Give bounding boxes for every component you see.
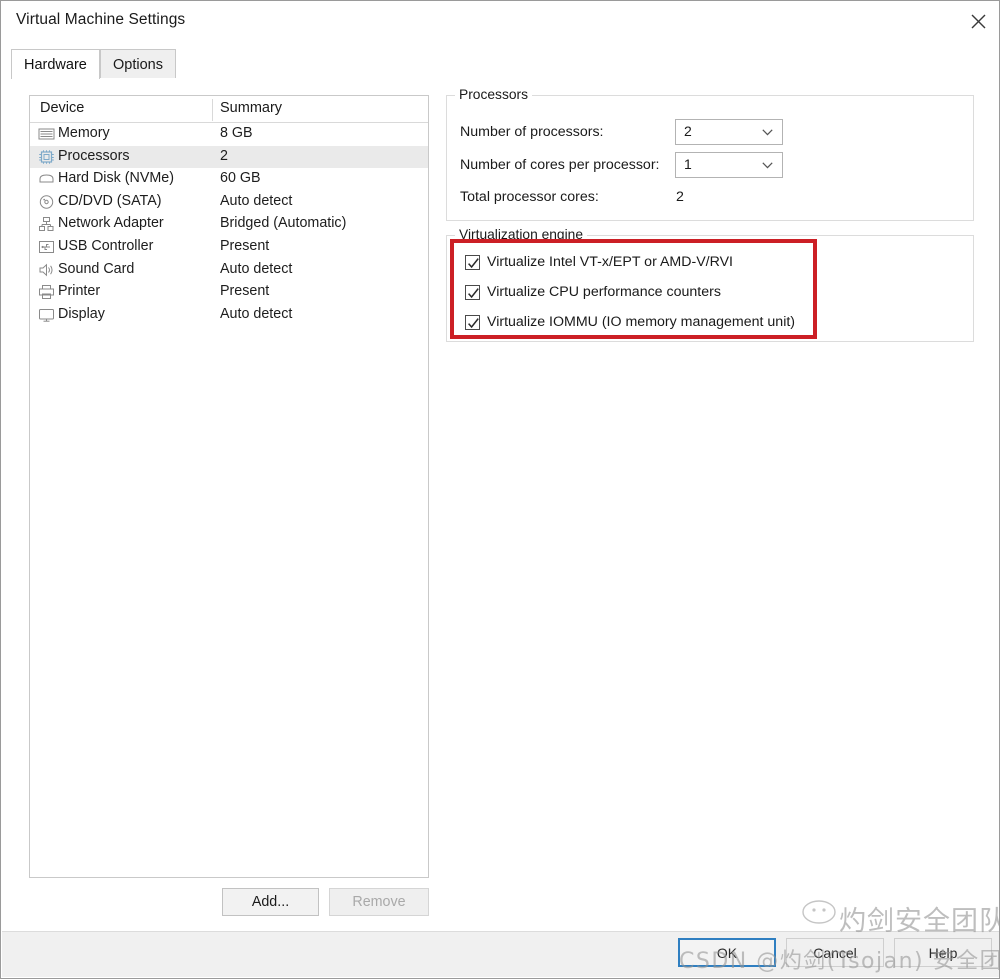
device-summary: Auto detect (220, 260, 293, 277)
device-row-usb-controller[interactable]: USB Controller Present (30, 236, 428, 259)
virtualization-engine-groupbox-title: Virtualization engine (455, 227, 588, 242)
number-of-processors-dropdown[interactable]: 2 (675, 119, 783, 145)
processor-icon (38, 149, 55, 165)
device-name: Sound Card (58, 260, 135, 277)
device-list-header: Device Summary (30, 96, 428, 123)
total-processor-cores-value: 2 (676, 189, 684, 205)
processors-groupbox: Processors Number of processors: 2 Numbe… (446, 87, 974, 221)
remove-device-button[interactable]: Remove (329, 888, 429, 916)
device-summary: Present (220, 283, 270, 300)
usb-controller-icon (38, 239, 55, 255)
chevron-down-icon (762, 162, 773, 169)
sound-card-icon (38, 262, 55, 278)
cores-per-processor-label: Number of cores per processor: (460, 157, 660, 173)
cores-per-processor-dropdown[interactable]: 1 (675, 152, 783, 178)
device-name: Processors (58, 147, 130, 164)
device-summary: 60 GB (220, 170, 261, 187)
printer-icon (38, 284, 55, 300)
checkbox-virtualize-iommu[interactable]: Virtualize IOMMU (IO memory management u… (465, 312, 795, 332)
tab-hardware-label: Hardware (24, 56, 87, 73)
add-device-button[interactable]: Add... (222, 888, 319, 916)
network-adapter-icon (38, 216, 55, 232)
tab-strip: Hardware Options (11, 49, 991, 79)
device-name: CD/DVD (SATA) (58, 192, 162, 209)
checkbox-virtualize-vtx-ept[interactable]: Virtualize Intel VT-x/EPT or AMD-V/RVI (465, 252, 733, 272)
device-row-sound-card[interactable]: Sound Card Auto detect (30, 259, 428, 282)
close-icon[interactable] (955, 1, 999, 41)
device-name: Hard Disk (NVMe) (58, 170, 174, 187)
device-summary: 8 GB (220, 125, 253, 141)
virtualization-engine-groupbox: Virtualization engine Virtualize Intel V… (446, 227, 974, 342)
checkbox-label: Virtualize IOMMU (IO memory management u… (487, 314, 796, 330)
column-header-device: Device (40, 100, 85, 116)
device-list-panel: Device Summary Memory 8 GB Processors 2 … (29, 95, 429, 878)
tab-options[interactable]: Options (100, 49, 176, 79)
device-row-memory[interactable]: Memory 8 GB (30, 123, 428, 146)
device-summary: 2 (220, 147, 228, 164)
device-summary: Present (220, 237, 270, 254)
column-header-summary: Summary (220, 100, 283, 116)
dialog-button-bar: OK Cancel Help (2, 931, 999, 977)
tab-underline (11, 78, 991, 79)
device-row-network-adapter[interactable]: Network Adapter Bridged (Automatic) (30, 213, 428, 236)
display-icon (38, 307, 55, 323)
device-row-hard-disk[interactable]: Hard Disk (NVMe) 60 GB (30, 168, 428, 191)
device-name: Printer (58, 283, 101, 300)
device-name: Memory (58, 125, 110, 141)
device-summary: Auto detect (220, 305, 293, 322)
total-processor-cores-label: Total processor cores: (460, 189, 599, 205)
cancel-button[interactable]: Cancel (786, 938, 884, 967)
number-of-processors-label: Number of processors: (460, 124, 604, 140)
remove-device-label: Remove (352, 894, 406, 910)
help-button[interactable]: Help (894, 938, 992, 967)
processors-groupbox-title: Processors (455, 87, 533, 102)
tab-hardware[interactable]: Hardware (11, 49, 100, 79)
window-title: Virtual Machine Settings (16, 11, 186, 28)
device-summary: Bridged (Automatic) (220, 215, 347, 232)
virtual-machine-settings-dialog: Virtual Machine Settings Hardware Option… (0, 0, 1000, 979)
number-of-processors-value: 2 (684, 123, 692, 139)
tab-options-label: Options (113, 56, 163, 73)
cancel-button-label: Cancel (813, 944, 857, 961)
help-button-label: Help (928, 944, 958, 961)
device-row-cd-dvd[interactable]: CD/DVD (SATA) Auto detect (30, 191, 428, 214)
device-name: USB Controller (58, 237, 154, 254)
add-device-label: Add... (251, 894, 290, 910)
checkbox-icon (465, 284, 480, 300)
device-name: Display (58, 305, 105, 322)
checkbox-label: Virtualize CPU performance counters (487, 284, 721, 300)
checkbox-icon (465, 314, 480, 330)
watermark-logo-icon (802, 900, 836, 924)
cores-per-processor-value: 1 (684, 156, 692, 172)
checkbox-label: Virtualize Intel VT-x/EPT or AMD-V/RVI (487, 254, 734, 270)
cd-dvd-icon (38, 194, 55, 210)
memory-icon (38, 126, 55, 142)
checkbox-virtualize-cpu-performance-counters[interactable]: Virtualize CPU performance counters (465, 282, 721, 302)
device-row-processors[interactable]: Processors 2 (30, 145, 428, 169)
column-divider (212, 99, 213, 121)
device-row-display[interactable]: Display Auto detect (30, 304, 428, 327)
checkbox-icon (465, 254, 480, 270)
hard-disk-icon (38, 171, 55, 187)
chevron-down-icon (762, 129, 773, 136)
device-summary: Auto detect (220, 192, 293, 209)
device-name: Network Adapter (58, 215, 164, 232)
device-row-printer[interactable]: Printer Present (30, 281, 428, 304)
title-bar: Virtual Machine Settings (1, 1, 999, 41)
ok-button-label: OK (716, 944, 738, 961)
ok-button[interactable]: OK (678, 938, 776, 967)
